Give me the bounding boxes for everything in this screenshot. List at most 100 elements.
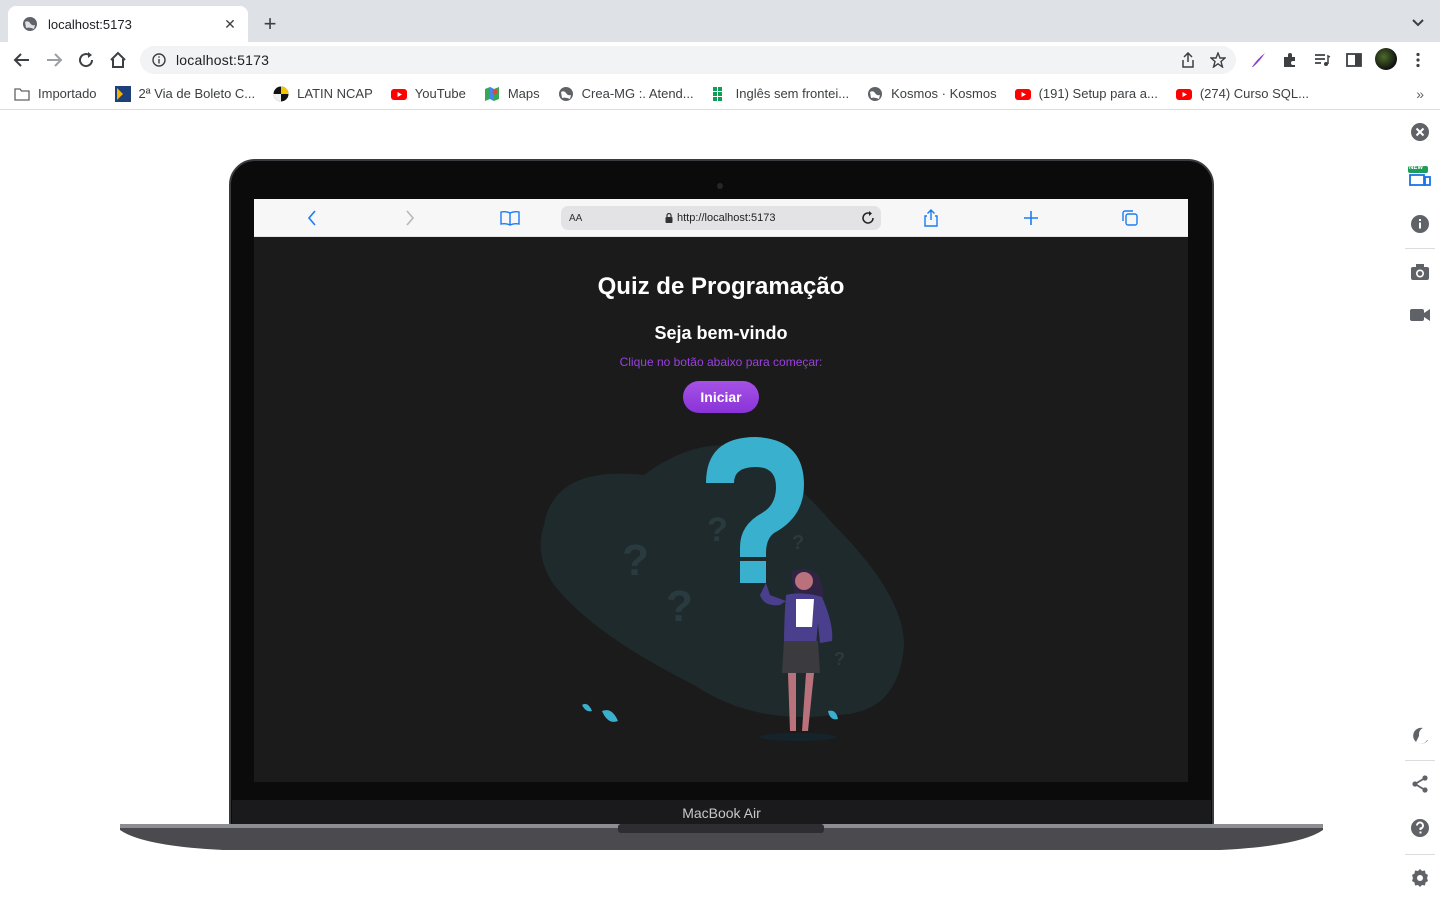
safari-address-bar[interactable]: AA http://localhost:5173 <box>561 206 881 230</box>
bookmark-label: Importado <box>38 86 97 101</box>
safari-forward-icon[interactable] <box>400 208 420 228</box>
device-label: MacBook Air <box>682 805 761 821</box>
safari-tabs-icon[interactable] <box>1120 208 1140 228</box>
bookmark-label: Kosmos · Kosmos <box>891 86 997 101</box>
faded-question-mark: ? <box>834 649 845 669</box>
close-panel-button[interactable] <box>1408 120 1432 144</box>
leaf <box>582 703 592 712</box>
chrome-menu-icon[interactable] <box>1408 50 1428 70</box>
back-button[interactable] <box>12 50 32 70</box>
forward-button[interactable] <box>44 50 64 70</box>
bookmarks-bar: Importado 2ª Via de Boleto C... LATIN NC… <box>0 78 1440 110</box>
camera-icon <box>1411 264 1429 280</box>
safari-share-icon[interactable] <box>921 208 941 228</box>
share-icon[interactable] <box>1180 52 1196 68</box>
bookmark-item[interactable]: YouTube <box>390 86 466 102</box>
dark-mode-toggle[interactable] <box>1408 724 1432 748</box>
new-tab-button[interactable]: + <box>260 13 280 35</box>
help-circle-icon <box>1411 819 1429 837</box>
info-icon[interactable] <box>152 53 166 67</box>
faded-question-mark: ? <box>792 532 804 554</box>
bookmark-label: YouTube <box>414 86 466 101</box>
laptop-base <box>120 824 1323 850</box>
faded-question-mark: ? <box>622 536 649 585</box>
address-text: localhost:5173 <box>176 52 270 68</box>
more-bookmarks-icon[interactable]: » <box>1416 86 1424 102</box>
home-button[interactable] <box>108 50 128 70</box>
device-toolbar-side-panel: NEW <box>1400 110 1440 900</box>
folder-icon <box>14 87 30 101</box>
laptop-chin: MacBook Air <box>232 800 1211 826</box>
share-button[interactable] <box>1408 772 1432 796</box>
start-button[interactable]: Iniciar <box>683 381 759 413</box>
bookmark-item[interactable]: Kosmos · Kosmos <box>867 86 997 102</box>
tab-search-icon[interactable] <box>1410 14 1426 30</box>
record-video-button[interactable] <box>1408 303 1432 327</box>
screenshot-button[interactable] <box>1408 260 1432 284</box>
profile-avatar[interactable] <box>1375 48 1397 70</box>
grid-icon <box>712 86 722 101</box>
panel-divider <box>1405 248 1435 249</box>
latin-ncap-icon <box>273 86 289 101</box>
close-tab-icon[interactable]: ✕ <box>222 16 238 32</box>
instruction-text: Clique no botão abaixo para começar: <box>619 355 823 369</box>
boleto-icon <box>114 85 131 102</box>
extensions-puzzle-icon[interactable] <box>1280 50 1300 70</box>
gear-icon <box>1412 869 1428 887</box>
side-panel-icon[interactable] <box>1344 50 1364 70</box>
bookmark-label: Inglês sem frontei... <box>735 86 850 101</box>
browser-toolbar: localhost:5173 <box>0 42 1440 78</box>
reader-aa-button[interactable]: AA <box>569 213 582 224</box>
illustration-blob <box>540 445 904 717</box>
bookmark-item[interactable]: 2ª Via de Boleto C... <box>114 85 256 102</box>
globe-icon <box>558 86 573 101</box>
woman-shirt <box>796 599 814 627</box>
safari-bookmarks-icon[interactable] <box>500 208 520 228</box>
help-button[interactable] <box>1408 816 1432 840</box>
safari-toolbar: AA http://localhost:5173 <box>254 199 1188 237</box>
bookmark-item[interactable]: LATIN NCAP <box>273 86 373 102</box>
info-panel-button[interactable] <box>1408 212 1432 236</box>
safari-new-tab-icon[interactable] <box>1021 208 1041 228</box>
bookmark-label: 2ª Via de Boleto C... <box>138 86 256 101</box>
bookmark-star-icon[interactable] <box>1210 52 1226 68</box>
close-circle-icon <box>1411 123 1429 141</box>
quiz-illustration: ? ? ? ? ? <box>540 437 904 741</box>
bookmark-item[interactable]: Importado <box>14 86 97 102</box>
media-queue-icon[interactable] <box>1312 50 1332 70</box>
pen-extension-icon[interactable] <box>1248 50 1268 70</box>
bookmark-label: (191) Setup para a... <box>1038 86 1158 101</box>
new-badge: NEW <box>1409 165 1423 171</box>
home-icon <box>110 51 126 68</box>
safari-back-icon[interactable] <box>302 208 322 228</box>
video-camera-icon <box>1410 309 1430 321</box>
laptop-camera <box>717 183 723 189</box>
safari-url-text: http://localhost:5173 <box>677 212 776 224</box>
quiz-app: Quiz de Programação Seja bem-vindo Cliqu… <box>254 237 1188 782</box>
bookmark-item[interactable]: Inglês sem frontei... <box>712 86 849 102</box>
panel-divider <box>1405 854 1435 855</box>
ground-shadow <box>760 733 836 741</box>
bookmark-item[interactable]: Maps <box>484 86 540 102</box>
bookmark-item[interactable]: (191) Setup para a... <box>1014 86 1158 102</box>
bookmark-label: LATIN NCAP <box>297 86 373 101</box>
reload-icon <box>79 52 94 68</box>
bookmark-item[interactable]: Crea-MG :. Atend... <box>558 86 694 102</box>
bookmark-label: Crea-MG :. Atend... <box>581 86 694 101</box>
bookmark-item[interactable]: (274) Curso SQL... <box>1175 86 1309 102</box>
browser-tab[interactable]: localhost:5173 ✕ <box>8 6 248 42</box>
tab-title: localhost:5173 <box>48 16 132 32</box>
panel-divider <box>1405 760 1435 761</box>
settings-button[interactable] <box>1408 866 1432 890</box>
laptop-screen: AA http://localhost:5173 Quiz de Program… <box>254 199 1188 782</box>
bookmark-label: Maps <box>507 86 540 101</box>
lock-icon <box>665 213 673 223</box>
globe-icon <box>23 17 37 31</box>
tab-strip: localhost:5173 ✕ + <box>0 0 1440 42</box>
safari-reload-icon[interactable] <box>859 209 877 227</box>
youtube-icon <box>390 88 407 100</box>
reload-button[interactable] <box>76 50 96 70</box>
faded-question-mark: ? <box>666 582 693 631</box>
question-mark-dot <box>740 561 766 583</box>
address-bar[interactable]: localhost:5173 <box>140 46 1236 74</box>
